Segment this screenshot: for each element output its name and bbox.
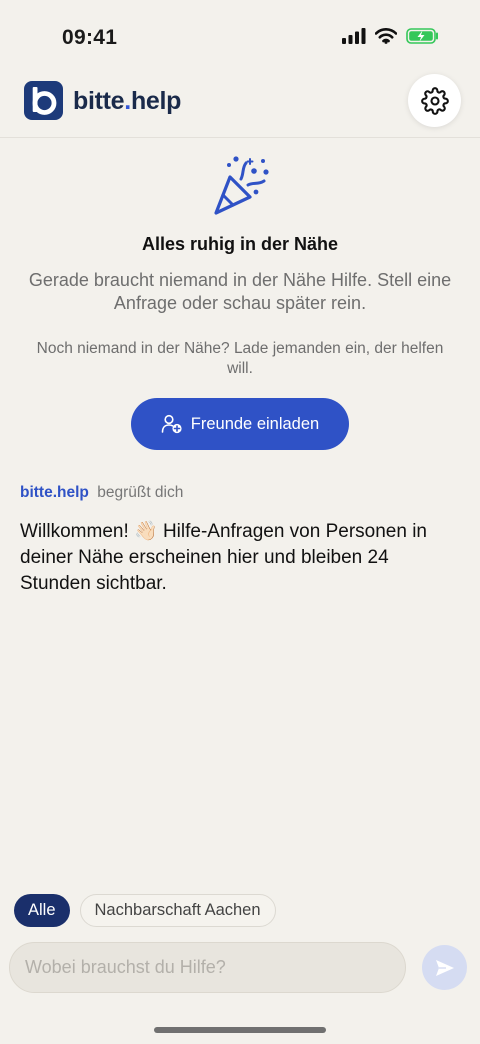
battery-charging-icon — [406, 28, 438, 44]
invite-friends-label: Freunde einladen — [190, 414, 320, 433]
welcome-action: begrüßt dich — [97, 484, 184, 501]
brand-name-main: bitte — [73, 87, 125, 115]
help-request-input[interactable] — [9, 942, 406, 993]
settings-button[interactable] — [408, 74, 461, 127]
welcome-meta: bitte.help begrüßt dich — [20, 484, 460, 502]
invite-hint: Noch niemand in der Nähe? Lade jemanden … — [36, 340, 444, 377]
welcome-message: bitte.help begrüßt dich Willkommen! 👋🏻 H… — [20, 484, 460, 597]
filter-chip-all[interactable]: Alle — [14, 894, 70, 927]
filter-chip-neighborhood-aachen[interactable]: Nachbarschaft Aachen — [79, 894, 276, 927]
send-button[interactable] — [422, 945, 467, 990]
brand-name: bitte.help — [73, 87, 181, 116]
add-person-icon — [161, 414, 182, 434]
status-time: 09:41 — [62, 26, 118, 49]
empty-state-description: Gerade braucht niemand in der Nähe Hilfe… — [28, 270, 452, 313]
filter-chips: Alle Nachbarschaft Aachen — [14, 894, 276, 927]
cellular-signal-icon — [342, 28, 366, 44]
welcome-text: Willkommen! 👋🏻 Hilfe-Anfragen von Person… — [20, 521, 427, 594]
brand-name-suffix: help — [130, 87, 182, 115]
home-indicator — [154, 1027, 326, 1033]
status-bar: 09:41 — [0, 0, 480, 78]
empty-state: Alles ruhig in der Nähe Gerade braucht n… — [0, 150, 480, 450]
app-screen: 09:41 bitte.help Alles ruhig in der Nähe… — [0, 0, 480, 1044]
brand-logo-icon — [24, 81, 63, 120]
party-popper-icon — [214, 156, 269, 215]
brand-name-dot: . — [124, 87, 131, 115]
app-header: bitte.help — [0, 72, 480, 138]
gear-icon — [420, 86, 449, 115]
welcome-sender: bitte.help — [20, 484, 89, 501]
status-icons — [342, 28, 440, 44]
send-icon — [435, 959, 454, 976]
empty-state-title: Alles ruhig in der Nähe — [141, 234, 339, 254]
wifi-icon — [375, 28, 397, 44]
invite-friends-button[interactable]: Freunde einladen — [131, 398, 349, 450]
